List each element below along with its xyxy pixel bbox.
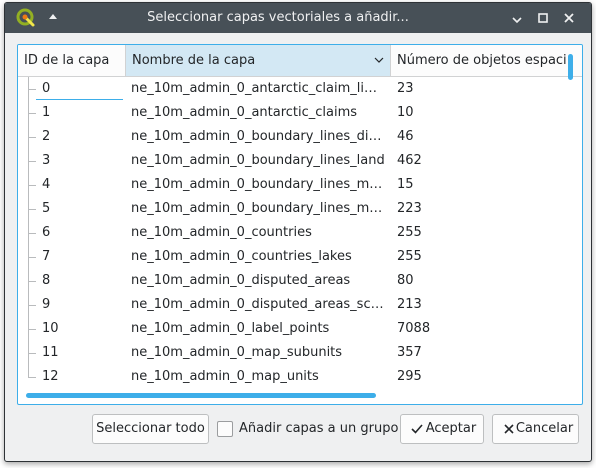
accept-label: Aceptar bbox=[425, 421, 477, 436]
table-row[interactable]: 10 ne_10m_admin_0_label_points 7088 bbox=[18, 317, 582, 341]
cell-feature-count: 223 bbox=[397, 201, 422, 216]
tree-branch-stub bbox=[28, 185, 36, 186]
column-header-count[interactable]: Número de objetos espacia bbox=[391, 45, 566, 76]
cell-layer-name: ne_10m_admin_0_boundary_lines_land bbox=[131, 153, 385, 168]
cell-layer-name: ne_10m_admin_0_countries_lakes bbox=[131, 249, 352, 264]
select-all-button[interactable]: Seleccionar todo bbox=[92, 414, 209, 444]
cancel-label: Cancelar bbox=[515, 421, 574, 436]
cell-layer-name: ne_10m_admin_0_disputed_areas_scale_... bbox=[131, 297, 387, 312]
cell-feature-count: 46 bbox=[397, 129, 414, 144]
cancel-button[interactable]: Cancelar bbox=[492, 414, 579, 444]
cell-layer-id: 2 bbox=[42, 129, 51, 144]
cell-layer-name: ne_10m_admin_0_countries bbox=[131, 225, 312, 240]
table-row[interactable]: 6 ne_10m_admin_0_countries 255 bbox=[18, 221, 582, 245]
table-row[interactable]: 0 ne_10m_admin_0_antarctic_claim_limit_li… bbox=[18, 77, 582, 101]
cell-layer-id: 8 bbox=[42, 273, 51, 288]
vertical-scrollbar[interactable] bbox=[568, 54, 573, 80]
cell-layer-id: 6 bbox=[42, 225, 51, 240]
cell-layer-id: 12 bbox=[42, 369, 59, 384]
table-row[interactable]: 2 ne_10m_admin_0_boundary_lines_disput...… bbox=[18, 125, 582, 149]
cell-layer-id: 11 bbox=[42, 345, 59, 360]
add-to-group-label: Añadir capas a un grupo bbox=[239, 421, 399, 436]
table-header: ID de la capa Nombre de la capa Número d… bbox=[18, 45, 582, 77]
tree-branch-stub bbox=[28, 305, 36, 306]
cell-layer-id: 10 bbox=[42, 321, 59, 336]
close-icon[interactable] bbox=[562, 11, 576, 25]
cell-layer-id: 0 bbox=[42, 81, 51, 96]
column-header-name-label: Nombre de la capa bbox=[132, 53, 256, 68]
cell-layer-name: ne_10m_admin_0_boundary_lines_mariti... bbox=[131, 201, 387, 216]
cell-feature-count: 23 bbox=[397, 81, 414, 96]
table-row[interactable]: 11 ne_10m_admin_0_map_subunits 357 bbox=[18, 341, 582, 365]
window-title: Seleccionar capas vectoriales a añadir..… bbox=[147, 10, 409, 25]
table-row[interactable]: 9 ne_10m_admin_0_disputed_areas_scale_...… bbox=[18, 293, 582, 317]
cell-layer-id: 4 bbox=[42, 177, 51, 192]
tree-branch-line bbox=[28, 365, 29, 377]
qgis-logo-icon[interactable] bbox=[16, 8, 36, 28]
cell-layer-id: 7 bbox=[42, 249, 51, 264]
horizontal-scrollbar[interactable] bbox=[26, 393, 376, 398]
cell-feature-count: 255 bbox=[397, 249, 422, 264]
column-header-id[interactable]: ID de la capa bbox=[18, 45, 126, 76]
cell-layer-name: ne_10m_admin_0_disputed_areas bbox=[131, 273, 351, 288]
cell-feature-count: 10 bbox=[397, 105, 414, 120]
close-icon bbox=[504, 424, 514, 434]
cell-layer-name: ne_10m_admin_0_map_subunits bbox=[131, 345, 343, 360]
cell-feature-count: 7088 bbox=[397, 321, 431, 336]
cell-feature-count: 462 bbox=[397, 153, 422, 168]
table-row[interactable]: 7 ne_10m_admin_0_countries_lakes 255 bbox=[18, 245, 582, 269]
cell-layer-name: ne_10m_admin_0_boundary_lines_map_... bbox=[131, 177, 387, 192]
maximize-icon[interactable] bbox=[536, 11, 550, 25]
cell-feature-count: 213 bbox=[397, 297, 422, 312]
tree-branch-stub bbox=[28, 113, 36, 114]
tree-branch-stub bbox=[28, 233, 36, 234]
cell-feature-count: 255 bbox=[397, 225, 422, 240]
table-row[interactable]: 4 ne_10m_admin_0_boundary_lines_map_... 15 bbox=[18, 173, 582, 197]
cell-feature-count: 80 bbox=[397, 273, 414, 288]
tree-branch-stub bbox=[28, 329, 36, 330]
tree-branch-stub bbox=[28, 209, 36, 210]
column-header-name[interactable]: Nombre de la capa bbox=[126, 45, 391, 76]
table-row[interactable]: 12 ne_10m_admin_0_map_units 295 bbox=[18, 365, 582, 389]
cell-layer-name: ne_10m_admin_0_antarctic_claims bbox=[131, 105, 358, 120]
tree-branch-stub bbox=[28, 161, 36, 162]
tree-branch-stub bbox=[28, 377, 36, 378]
cell-layer-name: ne_10m_admin_0_boundary_lines_disput... bbox=[131, 129, 387, 144]
minimize-icon[interactable] bbox=[510, 11, 524, 25]
table-row[interactable]: 3 ne_10m_admin_0_boundary_lines_land 462 bbox=[18, 149, 582, 173]
tree-branch-stub bbox=[28, 281, 36, 282]
shade-icon[interactable] bbox=[46, 10, 60, 24]
layers-table[interactable]: ID de la capa Nombre de la capa Número d… bbox=[17, 44, 583, 405]
cell-feature-count: 295 bbox=[397, 369, 422, 384]
cell-layer-name: ne_10m_admin_0_antarctic_claim_limit_li.… bbox=[131, 81, 387, 96]
cell-layer-name: ne_10m_admin_0_map_units bbox=[131, 369, 319, 384]
cell-layer-id: 3 bbox=[42, 153, 51, 168]
checkmark-icon bbox=[411, 424, 423, 434]
dialog-window: Seleccionar capas vectoriales a añadir..… bbox=[4, 2, 592, 462]
cell-layer-id: 9 bbox=[42, 297, 51, 312]
tree-branch-stub bbox=[28, 353, 36, 354]
tree-branch-stub bbox=[28, 137, 36, 138]
checkbox-box[interactable] bbox=[217, 421, 233, 437]
title-bar[interactable]: Seleccionar capas vectoriales a añadir..… bbox=[5, 3, 591, 33]
table-row[interactable]: 5 ne_10m_admin_0_boundary_lines_mariti...… bbox=[18, 197, 582, 221]
cell-feature-count: 15 bbox=[397, 177, 414, 192]
cell-layer-id: 1 bbox=[42, 105, 51, 120]
cell-layer-name: ne_10m_admin_0_label_points bbox=[131, 321, 330, 336]
table-row[interactable]: 1 ne_10m_admin_0_antarctic_claims 10 bbox=[18, 101, 582, 125]
cell-feature-count: 357 bbox=[397, 345, 422, 360]
accept-button[interactable]: Aceptar bbox=[400, 414, 484, 444]
chevron-down-icon bbox=[374, 57, 384, 63]
table-body: 0 ne_10m_admin_0_antarctic_claim_limit_li… bbox=[18, 77, 582, 397]
cell-layer-id: 5 bbox=[42, 201, 51, 216]
tree-branch-stub bbox=[28, 257, 36, 258]
tree-branch-stub bbox=[28, 89, 36, 90]
focus-indicator bbox=[36, 99, 123, 100]
table-row[interactable]: 8 ne_10m_admin_0_disputed_areas 80 bbox=[18, 269, 582, 293]
